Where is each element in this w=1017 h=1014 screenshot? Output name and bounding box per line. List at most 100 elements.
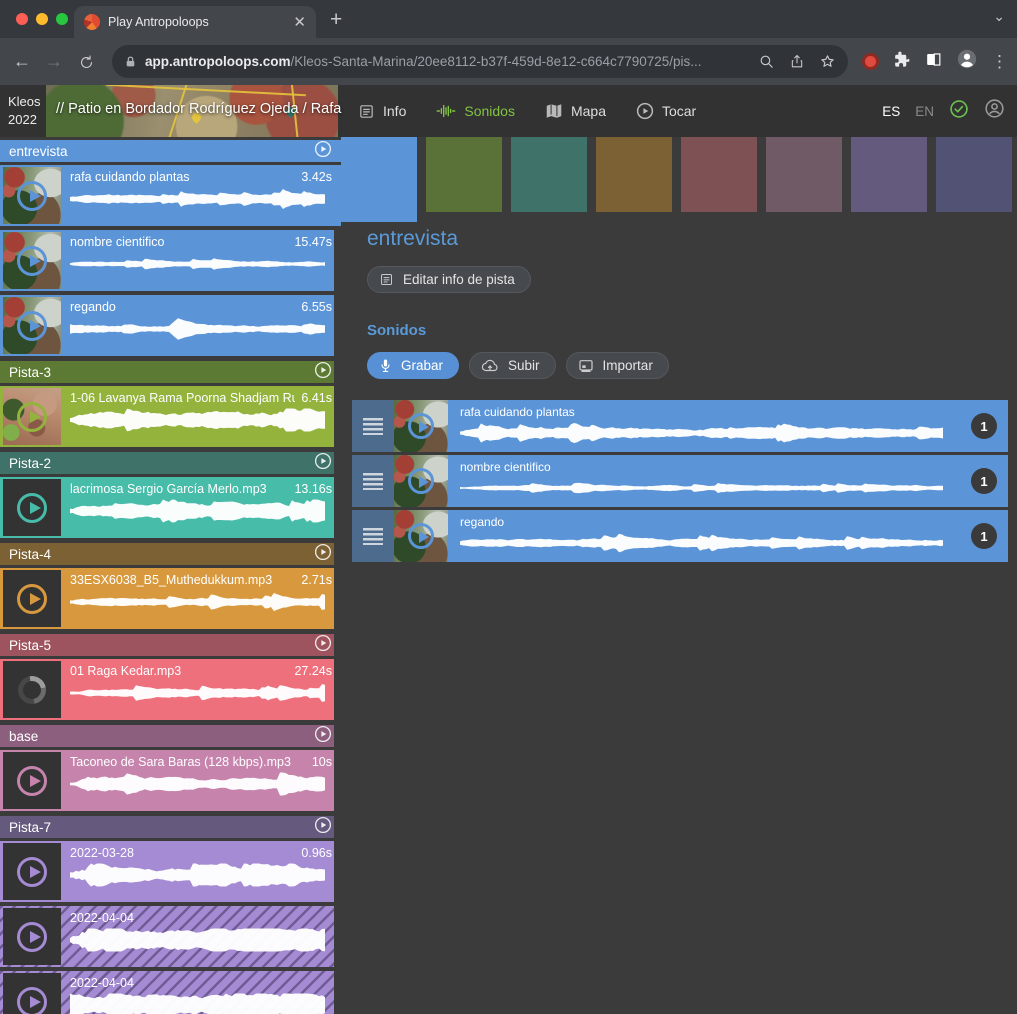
clip-thumbnail[interactable] <box>3 570 61 627</box>
browser-tab[interactable]: Play Antropoloops ✕ <box>74 6 316 38</box>
map-icon <box>545 103 563 119</box>
saved-check-icon <box>949 99 969 124</box>
app-logo[interactable]: Kleos 2022 <box>8 93 41 128</box>
track-color-tab-8[interactable] <box>936 137 1012 212</box>
track-play-icon[interactable] <box>314 543 332 566</box>
sound-count-badge[interactable]: 1 <box>971 523 997 549</box>
track-color-tab-1[interactable] <box>341 137 417 222</box>
track-header[interactable]: Pista-5 <box>0 634 341 656</box>
clip-thumbnail[interactable] <box>3 843 61 900</box>
track-color-tab-4[interactable] <box>596 137 672 212</box>
audio-clip[interactable]: rafa cuidando plantas 3.42s <box>0 165 341 226</box>
sound-thumbnail[interactable] <box>394 455 448 507</box>
clip-thumbnail[interactable] <box>3 232 61 289</box>
clip-thumbnail[interactable] <box>3 297 61 354</box>
minimize-window-button[interactable] <box>36 13 48 25</box>
audio-clip[interactable]: lacrimosa Sergio García Merlo.mp3 13.16s <box>0 477 341 538</box>
clip-name: 1-06 Lavanya Rama Poorna Shadjam Rupak..… <box>70 391 295 405</box>
audio-clip[interactable]: 1-06 Lavanya Rama Poorna Shadjam Rupak..… <box>0 386 341 447</box>
track-header[interactable]: Pista-3 <box>0 361 341 383</box>
audio-clip[interactable]: nombre cientifico 15.47s <box>0 230 341 291</box>
reload-button[interactable] <box>70 51 102 72</box>
clip-duration: 3.42s <box>301 170 332 184</box>
track-color-tab-2[interactable] <box>426 137 502 212</box>
side-panel-icon[interactable] <box>924 50 943 74</box>
subir-button[interactable]: Subir <box>469 352 556 379</box>
clip-thumbnail[interactable] <box>3 908 61 965</box>
language-es-button[interactable]: ES <box>882 104 900 119</box>
sound-row[interactable]: nombre cientifico 1 <box>352 455 1008 507</box>
bookmark-star-icon[interactable] <box>819 53 836 70</box>
sidebar-track-Pista-3: Pista-3 1-06 Lavanya Rama Poorna Shadjam… <box>0 361 341 447</box>
drag-handle[interactable] <box>352 510 394 562</box>
waveform-icon <box>436 103 456 119</box>
clip-duration: 27.24s <box>294 664 332 678</box>
audio-clip[interactable]: 01 Raga Kedar.mp3 27.24s <box>0 659 341 720</box>
zoom-magnifier-icon[interactable] <box>758 53 775 70</box>
share-icon[interactable] <box>789 53 805 70</box>
track-title: entrevista <box>367 227 1009 251</box>
url-bar[interactable]: app.antropoloops.com/Kleos-Santa-Marina/… <box>112 45 848 78</box>
nav-item-sonidos[interactable]: Sonidos <box>436 103 515 119</box>
clip-thumbnail[interactable] <box>3 973 61 1014</box>
waveform <box>70 681 326 705</box>
track-header[interactable]: entrevista <box>0 140 341 162</box>
track-color-tab-7[interactable] <box>851 137 927 212</box>
nav-item-tocar[interactable]: Tocar <box>636 102 696 120</box>
record-extension-icon[interactable] <box>862 53 879 70</box>
grabar-button[interactable]: Grabar <box>367 352 459 379</box>
edit-track-info-button[interactable]: Editar info de pista <box>367 266 531 293</box>
play-icon <box>17 922 47 952</box>
back-button[interactable]: ← <box>6 51 38 72</box>
track-play-icon[interactable] <box>314 140 332 163</box>
track-header[interactable]: Pista-7 <box>0 816 341 838</box>
audio-clip[interactable]: 33ESX6038_B5_Muthedukkum.mp3 2.71s <box>0 568 341 629</box>
audio-clip[interactable]: 2022-04-04 <box>0 906 341 967</box>
clip-thumbnail[interactable] <box>3 752 61 809</box>
track-header[interactable]: Pista-4 <box>0 543 341 565</box>
track-color-tab-5[interactable] <box>681 137 757 212</box>
sound-thumbnail[interactable] <box>394 510 448 562</box>
track-play-icon[interactable] <box>314 634 332 657</box>
track-play-icon[interactable] <box>314 725 332 748</box>
profile-avatar-icon[interactable] <box>956 48 978 75</box>
track-play-icon[interactable] <box>314 361 332 384</box>
audio-clip[interactable]: Taconeo de Sara Baras (128 kbps).mp3 10s <box>0 750 341 811</box>
track-color-tab-3[interactable] <box>511 137 587 212</box>
track-play-icon[interactable] <box>314 452 332 475</box>
account-icon[interactable] <box>984 98 1005 124</box>
zoom-window-button[interactable] <box>56 13 68 25</box>
track-play-icon[interactable] <box>314 816 332 839</box>
sound-count-badge[interactable]: 1 <box>971 413 997 439</box>
sound-thumbnail[interactable] <box>394 400 448 452</box>
forward-button[interactable]: → <box>38 51 70 72</box>
clip-thumbnail[interactable] <box>3 661 61 718</box>
importar-button[interactable]: Importar <box>566 352 669 379</box>
sound-row[interactable]: regando 1 <box>352 510 1008 562</box>
drag-handle[interactable] <box>352 400 394 452</box>
audio-clip[interactable]: 2022-04-04 <box>0 971 341 1014</box>
language-en-button[interactable]: EN <box>915 104 934 119</box>
sound-count-badge[interactable]: 1 <box>971 468 997 494</box>
audio-clip[interactable]: regando 6.55s <box>0 295 341 356</box>
clip-thumbnail[interactable] <box>3 388 61 445</box>
sound-row[interactable]: rafa cuidando plantas 1 <box>352 400 1008 452</box>
browser-menu-kebab-icon[interactable]: ⋮ <box>991 52 1008 72</box>
nav-item-mapa[interactable]: Mapa <box>545 103 606 119</box>
new-tab-button[interactable]: + <box>330 8 342 32</box>
track-name: Pista-7 <box>9 820 51 835</box>
tracks-sidebar: entrevista rafa cuidando plantas 3.42s n… <box>0 137 341 1014</box>
track-header[interactable]: Pista-2 <box>0 452 341 474</box>
nav-item-info[interactable]: Info <box>358 103 406 120</box>
track-header[interactable]: base <box>0 725 341 747</box>
track-color-tab-6[interactable] <box>766 137 842 212</box>
close-window-button[interactable] <box>16 13 28 25</box>
extensions-puzzle-icon[interactable] <box>892 50 911 74</box>
clip-thumbnail[interactable] <box>3 479 61 536</box>
tab-close-icon[interactable]: ✕ <box>293 15 306 30</box>
clip-thumbnail[interactable] <box>3 167 61 224</box>
sidebar-scrollbar[interactable] <box>334 226 341 1014</box>
audio-clip[interactable]: 2022-03-28 0.96s <box>0 841 341 902</box>
drag-handle[interactable] <box>352 455 394 507</box>
tab-search-chevron-icon[interactable]: ⌄ <box>993 8 1005 25</box>
